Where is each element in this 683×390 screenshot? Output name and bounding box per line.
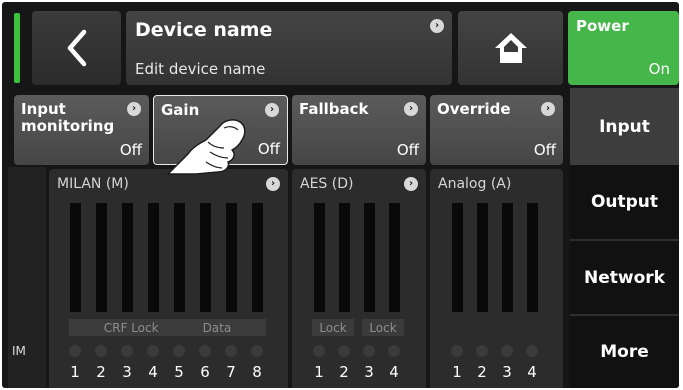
crf-lock-data-indicator: CRF Lock Data: [69, 319, 266, 336]
channel-number: 2: [477, 363, 487, 381]
power-label: Power: [576, 17, 629, 35]
channel-number: 1: [70, 363, 80, 381]
channel-number: 1: [314, 363, 324, 381]
info-icon: ›: [430, 19, 444, 33]
meter-bar: [70, 203, 81, 312]
channel-number: 3: [122, 363, 132, 381]
aes-lock-indicator: Lock: [362, 319, 404, 336]
device-name-button[interactable]: Device name Edit device name ›: [126, 11, 452, 85]
channel-number: 4: [389, 363, 399, 381]
channel-led: [95, 345, 107, 357]
channel-led: [476, 345, 488, 357]
device-screen: Device name Edit device name › Power On …: [2, 2, 679, 388]
channel-number: 3: [364, 363, 374, 381]
input-monitoring-value: Off: [119, 141, 142, 159]
aes-title: AES (D): [300, 176, 354, 192]
tab-input-label: Input: [599, 116, 650, 137]
meter-bar: [174, 203, 185, 312]
channel-number: 4: [527, 363, 537, 381]
info-icon: ›: [404, 102, 418, 116]
channel-number: 1: [452, 363, 462, 381]
fallback-button[interactable]: Fallback › Off: [292, 95, 426, 165]
power-button[interactable]: Power On: [568, 11, 679, 85]
analog-title: Analog (A): [438, 176, 512, 192]
meter-bar: [364, 203, 375, 312]
channel-led: [69, 345, 81, 357]
channel-number: 4: [148, 363, 158, 381]
channel-number: 8: [252, 363, 262, 381]
meter-bar: [96, 203, 107, 312]
channel-number: 5: [174, 363, 184, 381]
channel-led: [251, 345, 263, 357]
tab-output[interactable]: Output: [570, 165, 679, 239]
channel-number: 6: [200, 363, 210, 381]
milan-title: MILAN (M): [57, 176, 129, 192]
meter-bar: [339, 203, 350, 312]
channel-led: [225, 345, 237, 357]
tab-input[interactable]: Input: [570, 88, 679, 165]
info-icon: ›: [541, 102, 555, 116]
channel-led: [173, 345, 185, 357]
channel-led: [121, 345, 133, 357]
input-monitoring-button[interactable]: Input monitoring › Off: [14, 95, 149, 165]
meter-bar: [452, 203, 463, 312]
channel-led: [388, 345, 400, 357]
power-value: On: [648, 60, 670, 78]
aes-meter-panel[interactable]: AES (D) › Lock Lock 1 2 3 4: [292, 169, 426, 388]
tab-network[interactable]: Network: [570, 241, 679, 314]
crf-lock-label: CRF Lock: [103, 320, 159, 335]
im-label: IM: [12, 344, 26, 358]
meter-bar: [502, 203, 513, 312]
milan-meter-panel[interactable]: MILAN (M) › CRF Lock Data 1 2 3 4 5 6 7 …: [49, 169, 288, 388]
channel-number: 2: [96, 363, 106, 381]
back-button[interactable]: [32, 11, 121, 85]
lock-label: Lock: [319, 320, 347, 335]
lock-label: Lock: [369, 320, 397, 335]
channel-led: [147, 345, 159, 357]
meter-bar: [200, 203, 211, 312]
info-icon: ›: [266, 177, 280, 191]
meter-bar: [389, 203, 400, 312]
meter-bar: [477, 203, 488, 312]
analog-meter-panel[interactable]: Analog (A) 1 2 3 4: [430, 169, 563, 388]
channel-led: [501, 345, 513, 357]
meter-bar: [148, 203, 159, 312]
meter-bar: [226, 203, 237, 312]
meter-bar: [252, 203, 263, 312]
back-arrow-icon: [67, 29, 86, 67]
input-monitoring-label: Input monitoring: [21, 100, 115, 135]
device-subtitle: Edit device name: [135, 60, 266, 78]
override-button[interactable]: Override › Off: [430, 95, 563, 165]
home-button[interactable]: [458, 11, 563, 85]
channel-led: [363, 345, 375, 357]
fallback-value: Off: [396, 141, 419, 159]
override-label: Override: [437, 100, 511, 118]
channel-led: [338, 345, 350, 357]
meter-bar: [314, 203, 325, 312]
meter-bar: [122, 203, 133, 312]
fallback-label: Fallback: [299, 100, 369, 118]
data-label: Data: [202, 320, 232, 335]
info-icon: ›: [127, 102, 141, 116]
channel-number: 3: [502, 363, 512, 381]
tab-output-label: Output: [590, 192, 659, 212]
override-value: Off: [533, 141, 556, 159]
channel-number: 2: [339, 363, 349, 381]
status-indicator: [14, 13, 20, 83]
channel-led: [199, 345, 211, 357]
pointing-hand-icon: [167, 119, 246, 175]
aes-lock-indicator: Lock: [312, 319, 354, 336]
info-icon: ›: [265, 103, 279, 117]
tab-more-label: More: [600, 342, 649, 362]
channel-number: 7: [226, 363, 236, 381]
tab-network-label: Network: [584, 267, 665, 288]
tab-more[interactable]: More: [570, 316, 679, 388]
device-title: Device name: [135, 19, 273, 41]
info-icon: ›: [404, 177, 418, 191]
meter-bar: [527, 203, 538, 312]
channel-led: [313, 345, 325, 357]
channel-led: [451, 345, 463, 357]
channel-led: [526, 345, 538, 357]
home-icon: [494, 33, 527, 63]
